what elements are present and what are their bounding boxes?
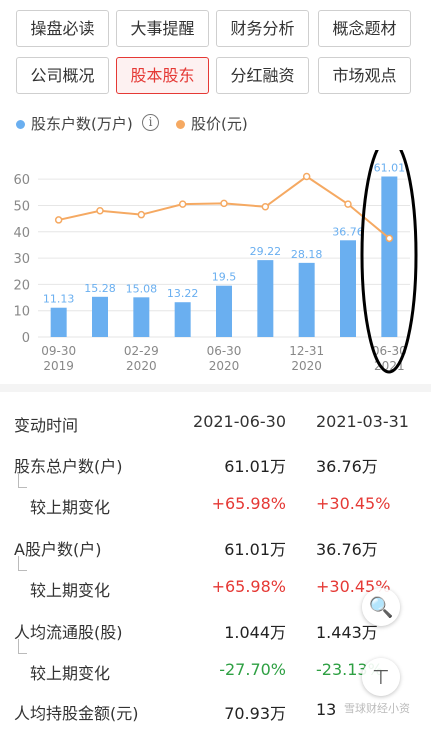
- per-capita-value-v2: 13: [316, 700, 337, 719]
- total-holders-v1: 61.01万: [224, 457, 286, 476]
- bar-value-label: 28.18: [291, 248, 323, 261]
- holders-bar: [50, 307, 67, 337]
- price-point: [54, 216, 63, 224]
- table-row: A股户数(户) 61.01万 36.76万: [0, 528, 431, 568]
- shareholders-chart: 11.13 15.28 15.08 13.22 19.5 29.22 28.18 36.76 6…: [13, 150, 418, 374]
- price-legend-dot: [176, 120, 185, 129]
- tab-dividend-financing[interactable]: 分红融资: [216, 57, 309, 94]
- back-to-top-icon[interactable]: ⊤: [362, 658, 400, 696]
- total-holders-change-v1: +65.98%: [211, 494, 286, 513]
- price-point: [261, 203, 270, 211]
- total-holders-change-v2: +30.45%: [316, 494, 391, 513]
- info-icon[interactable]: i: [142, 114, 159, 131]
- bar-value-label: 29.22: [250, 245, 282, 258]
- search-icon[interactable]: 🔍: [362, 588, 400, 626]
- x-tick-label: 12-31: [289, 344, 324, 358]
- change-label: 较上期变化: [30, 664, 111, 683]
- a-share-holders-v2: 36.76万: [316, 540, 378, 559]
- bar-value-label: 13.22: [167, 287, 199, 300]
- price-legend-label: 股价(元): [191, 115, 248, 133]
- x-tick-label: 09-30: [41, 344, 76, 358]
- x-tick-label: 06-30: [207, 344, 242, 358]
- bar-value-label: 11.13: [43, 293, 75, 306]
- section-divider: [0, 384, 431, 392]
- tab-concept-themes[interactable]: 概念题材: [318, 10, 411, 47]
- per-capita-value-v1: 70.93万: [224, 704, 286, 723]
- holders-bar: [298, 262, 315, 337]
- y-tick-label: 10: [13, 305, 30, 320]
- bar-value-label: 19.5: [212, 271, 237, 284]
- y-tick-label: 60: [13, 173, 30, 188]
- y-tick-label: 40: [13, 226, 30, 241]
- per-capita-value-label: 人均持股金额(元): [14, 704, 139, 723]
- bar-value-label: 36.76: [332, 225, 364, 238]
- holders-legend-label: 股东户数(万户): [31, 115, 133, 133]
- watermark: 雪球财经小资: [344, 702, 410, 715]
- bar-value-label: 15.28: [84, 282, 116, 295]
- price-point: [385, 234, 394, 243]
- price-point: [344, 200, 352, 208]
- tab-financial-analysis[interactable]: 财务分析: [216, 10, 309, 47]
- change-time-label: 变动时间: [14, 416, 79, 435]
- tab-operation-must-read[interactable]: 操盘必读: [16, 10, 109, 47]
- holders-bar: [257, 260, 274, 337]
- price-point: [220, 199, 228, 208]
- tab-company-overview[interactable]: 公司概况: [16, 57, 109, 94]
- per-capita-float-label: 人均流通股(股): [14, 623, 123, 642]
- holders-bar: [216, 285, 232, 337]
- holders-bar: [340, 240, 356, 337]
- table-header-row: 变动时间 2021-06-30 2021-03-31: [0, 404, 431, 444]
- per-capita-float-change-v1: -27.70%: [219, 660, 286, 679]
- total-holders-label: 股东总户数(户): [14, 457, 123, 476]
- per-capita-float-v2: 1.443万: [316, 623, 378, 642]
- tab-bar: 操盘必读 大事提醒 财务分析 概念题材 公司概况 股本股东 分红融资 市场观点: [0, 0, 431, 106]
- y-tick-label: 20: [13, 278, 30, 293]
- holders-bar: [92, 296, 108, 337]
- a-share-holders-v1: 61.01万: [224, 540, 286, 559]
- tab-equity-shareholders[interactable]: 股本股东: [116, 57, 209, 94]
- change-label: 较上期变化: [30, 581, 111, 600]
- total-holders-v2: 36.76万: [316, 457, 378, 476]
- price-point: [96, 206, 104, 215]
- price-point: [302, 172, 311, 181]
- tab-major-events[interactable]: 大事提醒: [116, 10, 209, 47]
- table-row: 较上期变化 +65.98% +30.45%: [0, 486, 431, 526]
- table-row: 股东总户数(户) 61.01万 36.76万: [0, 445, 431, 485]
- period-2-header: 2021-03-31: [316, 412, 409, 431]
- a-share-holders-label: A股户数(户): [14, 540, 102, 559]
- x-tick-year: 2019: [43, 359, 74, 373]
- period-1-header: 2021-06-30: [193, 412, 286, 431]
- bar-value-label: 15.08: [126, 282, 158, 295]
- per-capita-float-v1: 1.044万: [224, 623, 286, 642]
- x-tick-year: 2020: [291, 359, 322, 373]
- x-tick-year: 2020: [209, 359, 240, 373]
- tab-market-views[interactable]: 市场观点: [318, 57, 411, 94]
- x-tick-label: 02-29: [124, 344, 159, 358]
- bar-value-label: 61.01: [374, 161, 406, 174]
- holders-bar: [133, 297, 150, 337]
- price-point: [137, 210, 146, 219]
- x-tick-year: 2020: [126, 359, 157, 373]
- change-label: 较上期变化: [30, 498, 111, 517]
- holders-legend-dot: [16, 120, 25, 129]
- holders-bar: [174, 302, 191, 337]
- chart-legend: 股东户数(万户) i 股价(元): [0, 110, 431, 138]
- y-tick-label: 50: [13, 199, 30, 214]
- holders-bar: [381, 176, 398, 337]
- y-tick-label: 30: [13, 252, 30, 267]
- price-point: [178, 200, 187, 208]
- a-share-change-v1: +65.98%: [211, 577, 286, 596]
- y-tick-label: 0: [22, 331, 30, 346]
